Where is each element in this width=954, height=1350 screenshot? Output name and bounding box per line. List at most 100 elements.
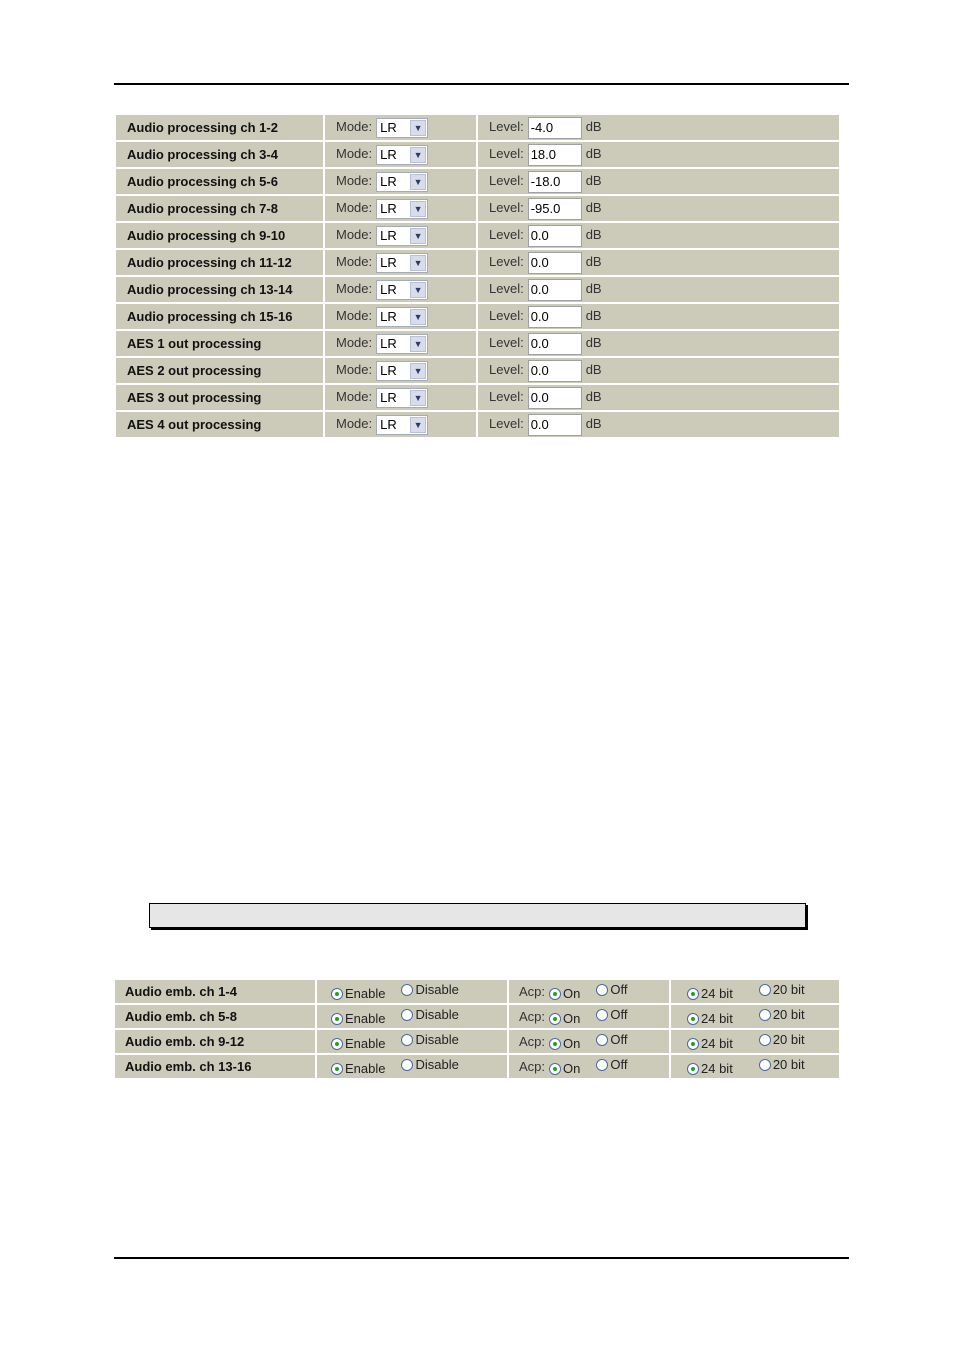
acp-off-radio[interactable]: Off — [596, 982, 627, 997]
level-input[interactable]: 0.0 — [527, 251, 582, 274]
chevron-down-icon[interactable]: ▼ — [410, 308, 427, 325]
mode-select[interactable]: LR ▼ — [376, 414, 429, 435]
row-label: AES 1 out processing — [116, 331, 323, 356]
mode-label: Mode: — [336, 307, 373, 323]
mode-select[interactable]: LR ▼ — [376, 333, 429, 354]
radio-icon[interactable] — [331, 1062, 343, 1075]
chevron-down-icon[interactable]: ▼ — [410, 362, 427, 379]
radio-icon[interactable] — [758, 1033, 771, 1046]
footer-rule — [114, 1257, 849, 1259]
radio-label: Off — [610, 1057, 628, 1072]
enable-radio[interactable]: Enable — [331, 1061, 385, 1076]
radio-icon[interactable] — [687, 1012, 699, 1025]
level-input[interactable]: 0.0 — [527, 386, 582, 409]
mode-select[interactable]: LR ▼ — [376, 306, 429, 327]
radio-icon[interactable] — [596, 1058, 609, 1071]
radio-icon[interactable] — [331, 1037, 343, 1050]
acp-off-radio[interactable]: Off — [596, 1032, 627, 1047]
level-input[interactable]: 0.0 — [527, 359, 582, 382]
level-input[interactable]: -18.0 — [527, 170, 582, 193]
level-input[interactable]: -95.0 — [527, 197, 582, 220]
level-input[interactable]: 0.0 — [527, 332, 582, 355]
bit24-radio[interactable]: 24 bit — [687, 1011, 733, 1026]
radio-icon[interactable] — [331, 1012, 343, 1025]
disable-radio[interactable]: Disable — [401, 1032, 459, 1047]
chevron-down-icon[interactable]: ▼ — [410, 200, 427, 217]
bit20-radio[interactable]: 20 bit — [758, 982, 805, 997]
level-input[interactable]: 0.0 — [527, 413, 582, 436]
mode-cell: Mode: LR ▼ — [325, 331, 476, 356]
radio-icon[interactable] — [549, 1062, 562, 1075]
mode-select[interactable]: LR ▼ — [376, 171, 429, 192]
radio-icon[interactable] — [758, 983, 771, 996]
chevron-down-icon[interactable]: ▼ — [410, 227, 427, 244]
bit20-radio[interactable]: 20 bit — [758, 1032, 805, 1047]
processing-row: Audio processing ch 13-14 Mode: LR ▼ Level: 0… — [116, 277, 839, 302]
radio-icon[interactable] — [401, 1058, 414, 1071]
mode-select[interactable]: LR ▼ — [376, 387, 429, 408]
radio-icon[interactable] — [549, 1012, 562, 1025]
chevron-down-icon[interactable]: ▼ — [410, 281, 427, 298]
enable-radio[interactable]: Enable — [331, 1011, 385, 1026]
bit20-radio[interactable]: 20 bit — [758, 1007, 805, 1022]
radio-icon[interactable] — [549, 1037, 562, 1050]
level-input[interactable]: -4.0 — [527, 116, 582, 139]
level-cell: Level: 0.0 dB — [478, 277, 839, 302]
acp-off-radio[interactable]: Off — [596, 1057, 627, 1072]
radio-icon[interactable] — [401, 1033, 414, 1046]
enable-radio[interactable]: Enable — [331, 1036, 385, 1051]
radio-icon[interactable] — [687, 1062, 699, 1075]
radio-icon[interactable] — [401, 983, 414, 996]
acp-on-radio[interactable]: On — [549, 1061, 580, 1076]
acp-on-radio[interactable]: On — [549, 1011, 580, 1026]
unit-label: dB — [585, 226, 602, 242]
bit24-radio[interactable]: 24 bit — [687, 1036, 733, 1051]
level-input[interactable]: 18.0 — [527, 143, 582, 166]
acp-on-radio[interactable]: On — [549, 1036, 580, 1051]
acp-on-radio[interactable]: On — [549, 986, 580, 1001]
radio-icon[interactable] — [331, 987, 343, 1000]
mode-select[interactable]: LR ▼ — [376, 144, 429, 165]
bit24-radio[interactable]: 24 bit — [687, 1061, 733, 1076]
bit-depth-cell: 24 bit 20 bit — [671, 1030, 839, 1053]
processing-row: Audio processing ch 5-6 Mode: LR ▼ Level: -18… — [116, 169, 839, 194]
radio-icon[interactable] — [401, 1008, 414, 1021]
radio-label: Enable — [345, 1036, 386, 1051]
mode-select[interactable]: LR ▼ — [376, 117, 429, 138]
mode-cell: Mode: LR ▼ — [325, 223, 476, 248]
acp-off-radio[interactable]: Off — [596, 1007, 627, 1022]
enable-radio[interactable]: Enable — [331, 986, 385, 1001]
chevron-down-icon[interactable]: ▼ — [410, 173, 427, 190]
chevron-down-icon[interactable]: ▼ — [410, 335, 427, 352]
disable-radio[interactable]: Disable — [401, 1057, 459, 1072]
level-input[interactable]: 0.0 — [527, 305, 582, 328]
level-input[interactable]: 0.0 — [527, 278, 582, 301]
chevron-down-icon[interactable]: ▼ — [410, 254, 427, 271]
enable-cell: Enable Disable — [317, 1030, 507, 1053]
chevron-down-icon[interactable]: ▼ — [410, 389, 427, 406]
bit20-radio[interactable]: 20 bit — [758, 1057, 805, 1072]
mode-select[interactable]: LR ▼ — [376, 252, 429, 273]
unit-label: dB — [585, 145, 602, 161]
disable-radio[interactable]: Disable — [401, 1007, 459, 1022]
radio-icon[interactable] — [549, 987, 562, 1000]
mode-select[interactable]: LR ▼ — [376, 360, 429, 381]
bit24-radio[interactable]: 24 bit — [687, 986, 733, 1001]
radio-icon[interactable] — [596, 1008, 609, 1021]
radio-icon[interactable] — [687, 1037, 699, 1050]
chevron-down-icon[interactable]: ▼ — [410, 416, 427, 433]
radio-icon[interactable] — [596, 983, 609, 996]
mode-select[interactable]: LR ▼ — [376, 225, 429, 246]
level-label: Level: — [489, 361, 524, 377]
mode-select[interactable]: LR ▼ — [376, 279, 429, 300]
radio-label: Disable — [415, 982, 459, 997]
radio-icon[interactable] — [687, 987, 699, 1000]
level-input[interactable]: 0.0 — [527, 224, 582, 247]
chevron-down-icon[interactable]: ▼ — [410, 146, 427, 163]
mode-select[interactable]: LR ▼ — [376, 198, 429, 219]
chevron-down-icon[interactable]: ▼ — [410, 119, 427, 136]
radio-icon[interactable] — [758, 1008, 771, 1021]
radio-icon[interactable] — [596, 1033, 609, 1046]
disable-radio[interactable]: Disable — [401, 982, 459, 997]
radio-icon[interactable] — [758, 1058, 771, 1071]
